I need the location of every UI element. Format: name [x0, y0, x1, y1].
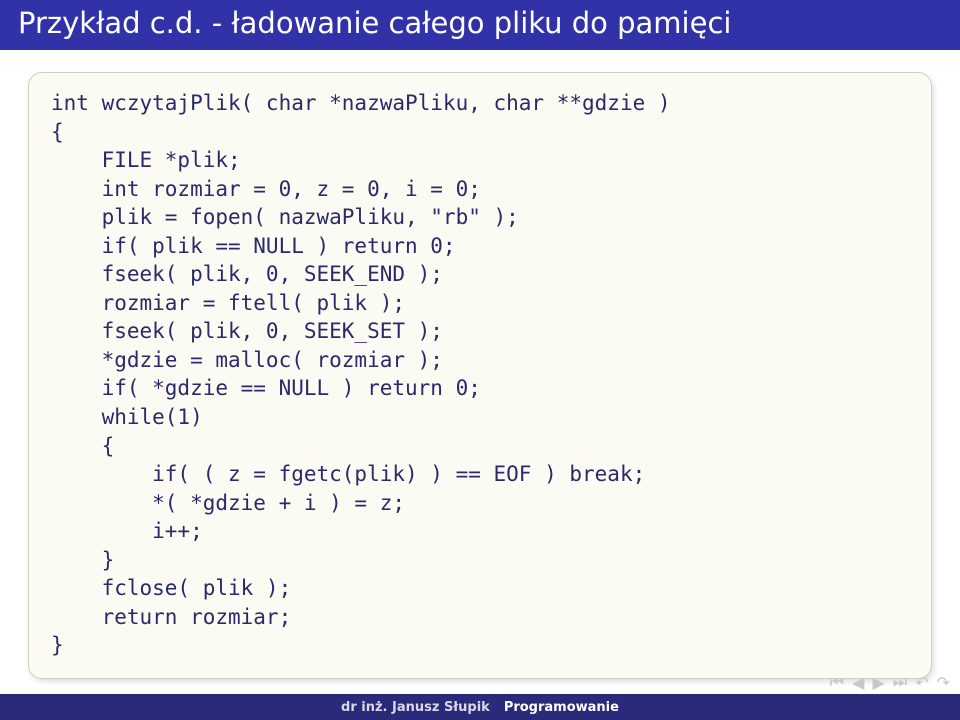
slide: Przykład c.d. - ładowanie całego pliku d…	[0, 0, 960, 720]
nav-prev-icon[interactable]: ◀	[852, 673, 864, 692]
nav-back-icon[interactable]: ↶	[915, 673, 928, 692]
slide-body: int wczytajPlik( char *nazwaPliku, char …	[0, 50, 960, 720]
footer-author: dr inż. Janusz Słupik	[341, 700, 504, 715]
footer-bar: dr inż. Janusz Słupik Programowanie	[0, 694, 960, 720]
code-box: int wczytajPlik( char *nazwaPliku, char …	[28, 72, 932, 679]
nav-first-icon[interactable]: ⏮	[830, 672, 844, 692]
nav-last-icon[interactable]: ⏭	[893, 672, 907, 692]
slide-title: Przykład c.d. - ładowanie całego pliku d…	[0, 0, 960, 50]
footer-content: dr inż. Janusz Słupik Programowanie	[341, 700, 619, 715]
nav-next-icon[interactable]: ▶	[872, 673, 884, 692]
code-listing: int wczytajPlik( char *nazwaPliku, char …	[51, 89, 909, 660]
footer-course: Programowanie	[504, 700, 619, 715]
title-text: Przykład c.d. - ładowanie całego pliku d…	[18, 6, 731, 40]
nav-forward-icon[interactable]: ↷	[937, 673, 950, 692]
nav-controls: ⏮ ◀ ▶ ⏭ ↶ ↷	[830, 672, 950, 692]
